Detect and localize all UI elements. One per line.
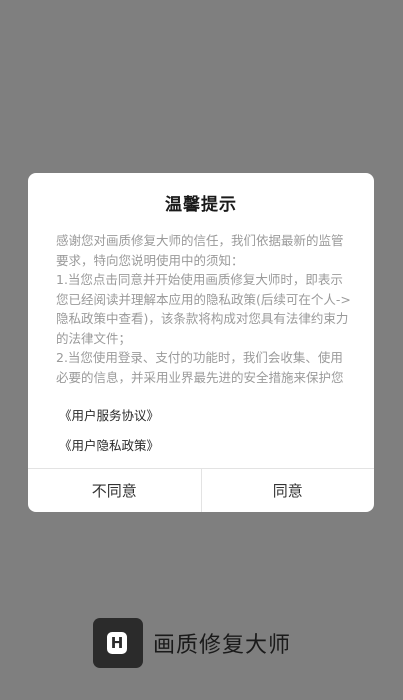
privacy-policy-link[interactable]: 《用户隐私政策》 [59, 437, 159, 467]
dialog-paragraph: 2.当您使用登录、支付的功能时，我们会收集、使用必要的信息，并采用业界最先进的安… [56, 350, 344, 385]
app-logo-icon: H [93, 618, 143, 668]
dialog-links: 《用户服务协议》 《用户隐私政策》 [59, 407, 159, 467]
dialog-title: 温馨提示 [165, 195, 237, 215]
dialog-paragraph: 感谢您对画质修复大师的信任，我们依据最新的监管要求，特向您说明使用中的须知： [56, 233, 344, 268]
brand: H 画质修复大师 [93, 617, 291, 669]
disagree-button[interactable]: 不同意 [28, 469, 202, 512]
dialog-footer: 不同意 同意 [28, 468, 374, 512]
app-name: 画质修复大师 [153, 633, 292, 658]
dialog-body-scroll[interactable]: 感谢您对画质修复大师的信任，我们依据最新的监管要求，特向您说明使用中的须知： 1… [56, 231, 352, 387]
logo-letter: H [107, 632, 127, 654]
privacy-dialog: 温馨提示 感谢您对画质修复大师的信任，我们依据最新的监管要求，特向您说明使用中的… [28, 173, 374, 512]
agree-button[interactable]: 同意 [202, 469, 375, 512]
dialog-paragraph: 1.当您点击同意并开始使用画质修复大师时，即表示您已经阅读并理解本应用的隐私政策… [56, 272, 351, 346]
service-agreement-link[interactable]: 《用户服务协议》 [59, 407, 159, 437]
